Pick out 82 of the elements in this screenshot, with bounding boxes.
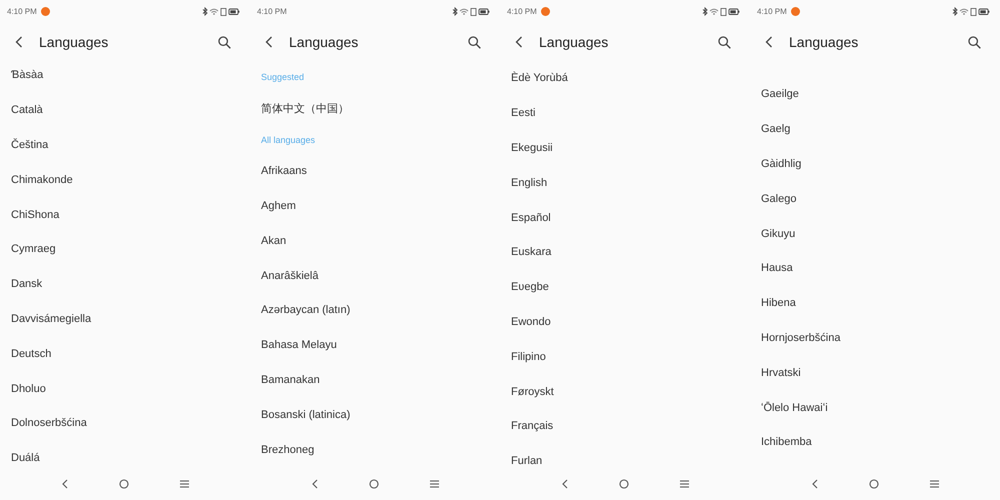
menu-icon[interactable] — [680, 480, 688, 488]
status-icons-drawing — [702, 6, 740, 16]
status-time: 4:10 PM — [757, 6, 787, 16]
back-icon[interactable] — [15, 36, 23, 48]
language-item[interactable]: Ɓàsàa — [11, 69, 44, 82]
language-item[interactable]: Èdè Yorùbá — [511, 72, 568, 84]
language-item[interactable]: Español — [511, 212, 551, 224]
language-item[interactable]: Hornjoserbšćina — [761, 332, 840, 344]
language-item[interactable]: Français — [511, 420, 554, 432]
language-item[interactable]: Gaelg — [761, 123, 790, 136]
language-item[interactable]: Català — [11, 104, 43, 116]
home-icon[interactable] — [368, 479, 378, 489]
notification-icon — [40, 6, 50, 16]
section-header: All languages — [261, 134, 316, 145]
home-icon[interactable] — [868, 479, 878, 489]
status-time: 4:10 PM — [257, 6, 287, 16]
status-icons-drawing — [202, 6, 240, 16]
language-item[interactable]: Akan — [261, 234, 286, 247]
search-icon[interactable] — [968, 36, 981, 48]
language-item[interactable]: Eesti — [511, 107, 536, 120]
back-icon[interactable] — [312, 479, 318, 489]
language-item[interactable]: Euskara — [511, 246, 552, 258]
search-icon[interactable] — [218, 36, 231, 48]
notification-icon — [540, 6, 550, 16]
language-item[interactable]: Bamanakan — [261, 374, 320, 386]
language-item[interactable]: Duálá — [11, 452, 40, 464]
language-item[interactable]: Dolnoserbšćina — [11, 417, 87, 430]
back-icon[interactable] — [515, 36, 523, 48]
status-time: 4:10 PM — [7, 6, 37, 16]
status-icons-drawing — [452, 6, 490, 16]
screen-title: Languages — [789, 34, 858, 50]
language-item[interactable]: Gaeilge — [761, 88, 799, 100]
language-item[interactable]: Chimakonde — [11, 174, 73, 186]
section-header: Suggested — [261, 72, 304, 82]
language-item[interactable]: Bosanski (latinica) — [261, 408, 350, 421]
language-item[interactable]: Gàidhlig — [761, 158, 802, 170]
back-icon[interactable] — [765, 36, 773, 48]
language-item[interactable]: English — [511, 176, 548, 189]
language-item[interactable]: Davvisámegiella — [11, 312, 92, 325]
language-item[interactable]: Deutsch — [11, 348, 52, 360]
language-item[interactable]: Gikuyu — [761, 228, 796, 240]
menu-icon[interactable] — [930, 480, 938, 488]
language-item[interactable]: Afrikaans — [261, 165, 307, 178]
language-item[interactable]: Eʋegbe — [511, 281, 549, 294]
home-icon[interactable] — [618, 479, 628, 489]
language-item[interactable]: Brezhoneg — [261, 444, 314, 456]
language-item[interactable]: Hausa — [761, 262, 793, 274]
language-item[interactable]: Hibena — [761, 297, 796, 310]
back-icon[interactable] — [62, 479, 68, 489]
language-item[interactable]: Filipino — [511, 350, 546, 363]
language-item[interactable]: Hrvatski — [761, 366, 801, 379]
language-item[interactable]: 简体中文（中国） — [261, 100, 349, 116]
status-icons-drawing — [952, 6, 990, 16]
menu-icon[interactable] — [180, 480, 188, 488]
language-item[interactable]: Azərbaycan (latın) — [261, 304, 350, 316]
language-item[interactable]: Anarâškielâ — [261, 270, 318, 282]
language-item[interactable]: Dansk — [11, 278, 42, 290]
screen-title: Languages — [539, 34, 608, 50]
language-item[interactable]: Galego — [761, 192, 796, 205]
notification-icon — [790, 6, 800, 16]
status-time: 4:10 PM — [507, 6, 537, 16]
language-item[interactable]: Ewondo — [511, 316, 551, 328]
screen-title: Languages — [289, 34, 358, 50]
language-item[interactable]: Cymraeg — [11, 243, 56, 256]
language-item[interactable]: ChiShona — [11, 208, 60, 221]
menu-icon[interactable] — [430, 480, 438, 488]
search-icon[interactable] — [718, 36, 731, 48]
search-icon[interactable] — [468, 36, 481, 48]
language-item[interactable]: Furlan — [511, 455, 542, 468]
language-item[interactable]: Aghem — [261, 200, 296, 212]
language-item[interactable]: Føroyskt — [511, 386, 554, 398]
back-icon[interactable] — [562, 479, 568, 489]
language-item[interactable]: ʻŌlelo Hawaiʻi — [761, 402, 828, 414]
language-item[interactable]: Dholuo — [11, 382, 46, 395]
language-item[interactable]: Bahasa Melayu — [261, 339, 337, 352]
screen-title: Languages — [39, 34, 108, 50]
back-icon[interactable] — [265, 36, 273, 48]
home-icon[interactable] — [118, 479, 128, 489]
language-item[interactable]: Čeština — [11, 138, 48, 151]
language-item[interactable]: Ekegusii — [511, 142, 553, 154]
language-item[interactable]: Ichibemba — [761, 436, 812, 448]
back-icon[interactable] — [812, 479, 818, 489]
